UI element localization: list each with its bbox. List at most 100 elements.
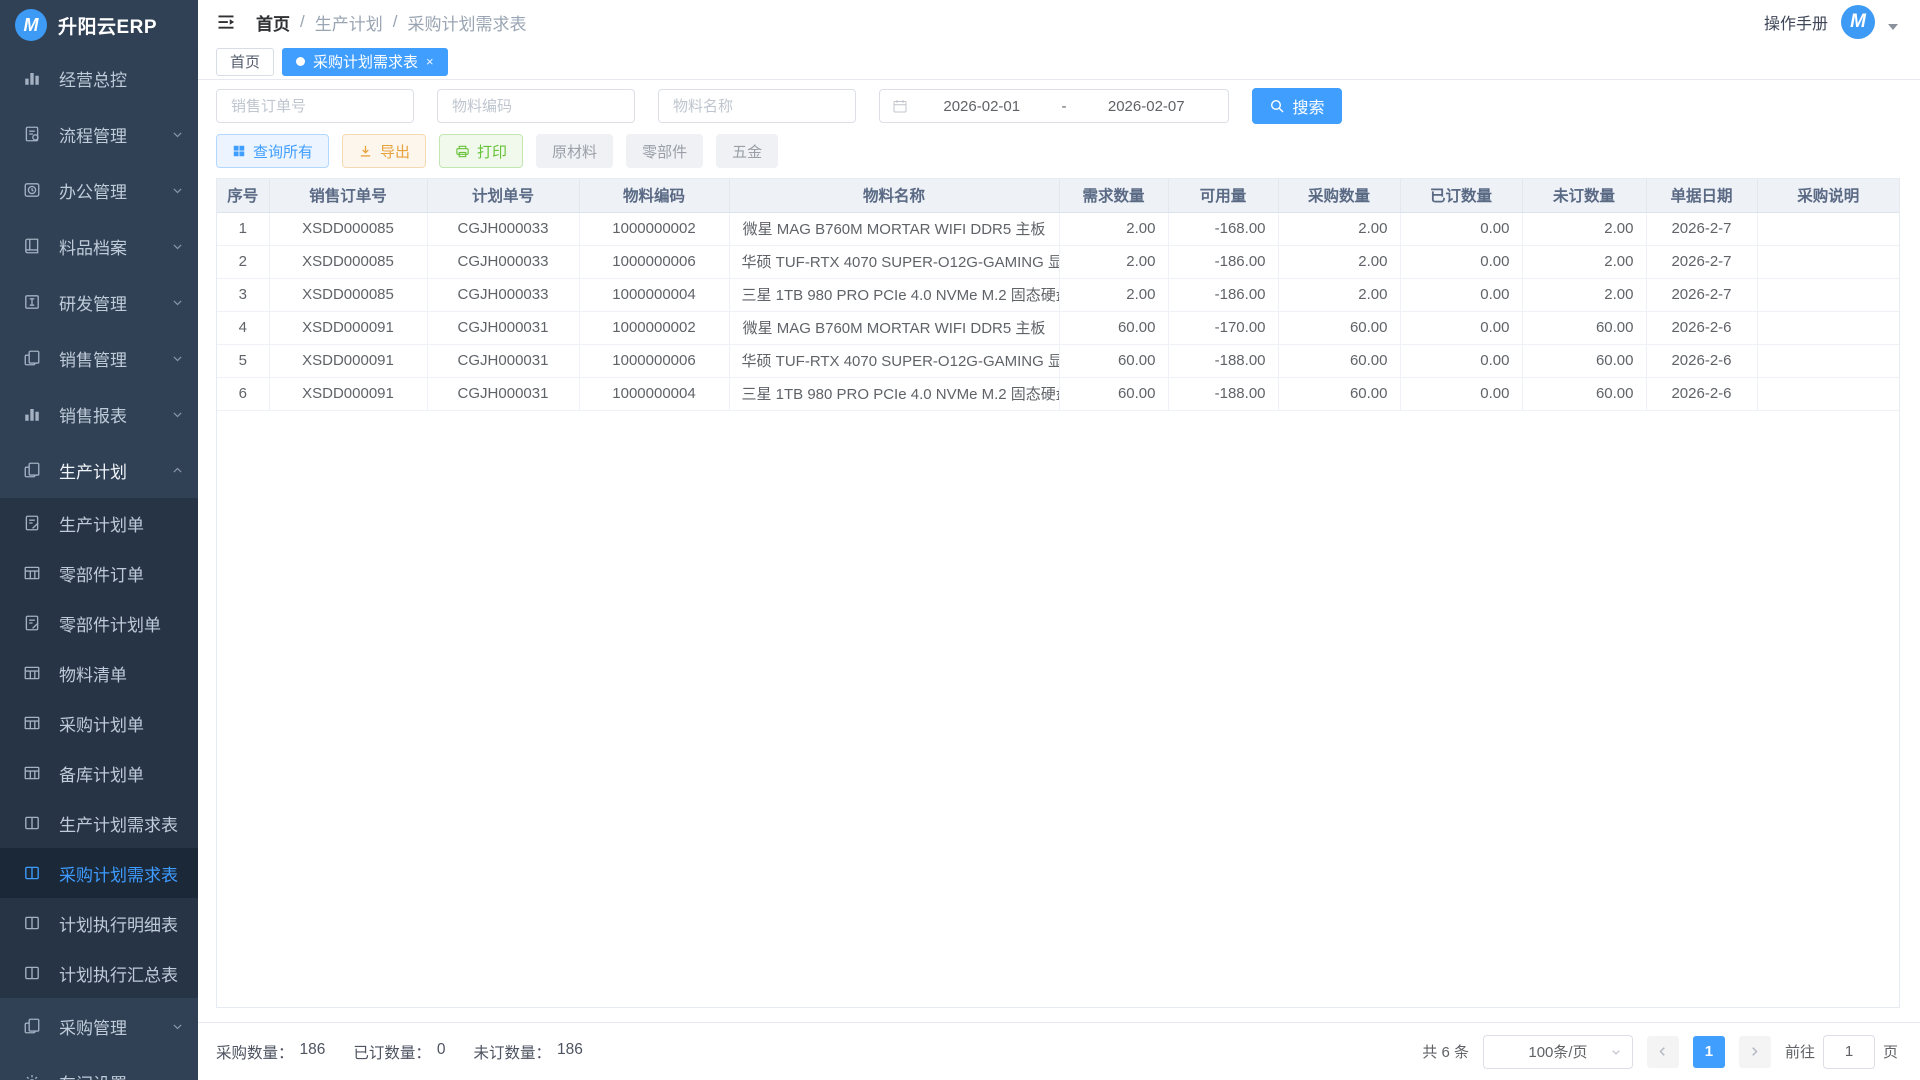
footer-stats: 采购数量：186 已订数量：0 未订数量：186 — [216, 1041, 583, 1063]
column-header-已订数量: 已订数量 — [1400, 179, 1522, 212]
copy-doc-icon — [22, 348, 42, 368]
chevron-down-icon — [171, 1076, 184, 1080]
sidebar-item-车间设置[interactable]: 车间设置 — [0, 1054, 198, 1080]
code-box-icon — [22, 292, 42, 312]
action-row: 查询所有导出打印原材料零部件五金 — [216, 134, 1900, 168]
printer-icon — [455, 144, 470, 159]
table-row[interactable]: 3XSDD000085CGJH0000331000000004三星 1TB 98… — [217, 278, 1899, 311]
office-clock-icon — [22, 180, 42, 200]
download-icon — [358, 144, 373, 159]
content: - 搜索 查询所有导出打印原材料零部件五金 序号销售订单号计划单号物料编码物料名… — [198, 80, 1920, 1022]
查询所有-button[interactable]: 查询所有 — [216, 134, 329, 168]
filter-row: - 搜索 — [216, 88, 1900, 124]
material-code-input[interactable] — [437, 89, 635, 123]
sidebar: M 升阳云ERP 经营总控流程管理办公管理料品档案研发管理销售管理销售报表生产计… — [0, 0, 198, 1080]
sidebar-submenu: 生产计划单零部件订单零部件计划单物料清单采购计划单备库计划单生产计划需求表采购计… — [0, 498, 198, 998]
user-avatar[interactable]: M — [1841, 5, 1875, 39]
material-name-input[interactable] — [658, 89, 856, 123]
stat-已订数量: 已订数量：0 — [353, 1041, 445, 1063]
column-header-序号: 序号 — [217, 179, 269, 212]
sidebar-item-料品档案[interactable]: 料品档案 — [0, 218, 198, 274]
date-end-input[interactable] — [1077, 98, 1217, 115]
table-row[interactable]: 5XSDD000091CGJH0000311000000006华硕 TUF-RT… — [217, 344, 1899, 377]
doc-edit-icon — [22, 613, 42, 633]
chevron-down-icon — [1610, 1046, 1622, 1058]
sidebar-item-备库计划单[interactable]: 备库计划单 — [0, 748, 198, 798]
manual-link[interactable]: 操作手册 — [1764, 10, 1828, 34]
search-button[interactable]: 搜索 — [1252, 88, 1342, 124]
sidebar-item-零部件订单[interactable]: 零部件订单 — [0, 548, 198, 598]
sidebar-item-计划执行汇总表[interactable]: 计划执行汇总表 — [0, 948, 198, 998]
breadcrumb-current: 采购计划需求表 — [407, 10, 526, 35]
sidebar-item-销售管理[interactable]: 销售管理 — [0, 330, 198, 386]
sidebar-collapse-icon[interactable] — [216, 12, 236, 32]
goto-page-input[interactable] — [1823, 1035, 1875, 1069]
sidebar-item-经营总控[interactable]: 经营总控 — [0, 50, 198, 106]
sidebar-item-采购管理[interactable]: 采购管理 — [0, 998, 198, 1054]
breadcrumb-home[interactable]: 首页 — [256, 10, 290, 35]
flow-doc-icon — [22, 124, 42, 144]
column-header-采购说明: 采购说明 — [1757, 179, 1899, 212]
打印-button[interactable]: 打印 — [439, 134, 523, 168]
原材料-button[interactable]: 原材料 — [536, 134, 613, 168]
copy-doc-icon — [22, 1016, 42, 1036]
sidebar-item-采购计划单[interactable]: 采购计划单 — [0, 698, 198, 748]
chevron-up-icon — [171, 464, 184, 477]
table-grid-icon — [22, 713, 42, 733]
chart-bar-icon — [22, 404, 42, 424]
零部件-button[interactable]: 零部件 — [626, 134, 703, 168]
calendar-icon — [892, 98, 908, 114]
grid-icon — [232, 144, 246, 158]
column-header-单据日期: 单据日期 — [1646, 179, 1757, 212]
column-header-物料名称: 物料名称 — [729, 179, 1059, 212]
open-book-icon — [22, 813, 42, 833]
sales-order-input[interactable] — [216, 89, 414, 123]
sidebar-item-流程管理[interactable]: 流程管理 — [0, 106, 198, 162]
sidebar-item-计划执行明细表[interactable]: 计划执行明细表 — [0, 898, 198, 948]
table-row[interactable]: 1XSDD000085CGJH0000331000000002微星 MAG B7… — [217, 212, 1899, 245]
search-icon — [1269, 98, 1285, 114]
stat-采购数量: 采购数量：186 — [216, 1041, 325, 1063]
app-logo: M 升阳云ERP — [0, 0, 198, 50]
sidebar-item-研发管理[interactable]: 研发管理 — [0, 274, 198, 330]
data-table-wrap: 序号销售订单号计划单号物料编码物料名称需求数量可用量采购数量已订数量未订数量单据… — [216, 178, 1900, 1008]
table-row[interactable]: 4XSDD000091CGJH0000311000000002微星 MAG B7… — [217, 311, 1899, 344]
date-range-picker[interactable]: - — [879, 89, 1229, 123]
column-header-可用量: 可用量 — [1168, 179, 1278, 212]
topbar: 首页 / 生产计划 / 采购计划需求表 操作手册 M — [198, 0, 1920, 44]
breadcrumb: 首页 / 生产计划 / 采购计划需求表 — [256, 10, 526, 35]
close-tab-icon[interactable]: × — [426, 55, 434, 68]
current-page-button[interactable]: 1 — [1693, 1036, 1725, 1068]
page-size-select[interactable]: 100条/页 — [1483, 1035, 1633, 1069]
sidebar-item-生产计划[interactable]: 生产计划 — [0, 442, 198, 498]
sidebar-item-销售报表[interactable]: 销售报表 — [0, 386, 198, 442]
sidebar-item-零部件计划单[interactable]: 零部件计划单 — [0, 598, 198, 648]
total-count: 共 6 条 — [1422, 1041, 1469, 1062]
chevron-down-icon — [171, 184, 184, 197]
sidebar-item-物料清单[interactable]: 物料清单 — [0, 648, 198, 698]
table-grid-icon — [22, 663, 42, 683]
sidebar-item-生产计划需求表[interactable]: 生产计划需求表 — [0, 798, 198, 848]
column-header-销售订单号: 销售订单号 — [269, 179, 427, 212]
五金-button[interactable]: 五金 — [716, 134, 778, 168]
user-menu-caret-icon[interactable] — [1888, 24, 1898, 30]
tab-首页[interactable]: 首页 — [216, 48, 274, 76]
table-grid-icon — [22, 563, 42, 583]
date-start-input[interactable] — [912, 98, 1052, 115]
column-header-采购数量: 采购数量 — [1278, 179, 1400, 212]
brand-name: 升阳云ERP — [58, 12, 157, 39]
footer: 采购数量：186已订数量：0未订数量：186 共 6 条 100条/页 1 前往… — [198, 1022, 1920, 1080]
next-page-button[interactable] — [1739, 1036, 1771, 1068]
table-row[interactable]: 2XSDD000085CGJH0000331000000006华硕 TUF-RT… — [217, 245, 1899, 278]
breadcrumb-item[interactable]: 生产计划 — [315, 10, 383, 35]
stat-未订数量: 未订数量：186 — [474, 1041, 583, 1063]
导出-button[interactable]: 导出 — [342, 134, 426, 168]
sidebar-item-采购计划需求表[interactable]: 采购计划需求表 — [0, 848, 198, 898]
prev-page-button[interactable] — [1647, 1036, 1679, 1068]
tabbar: 首页采购计划需求表× — [198, 44, 1920, 80]
sidebar-item-办公管理[interactable]: 办公管理 — [0, 162, 198, 218]
table-row[interactable]: 6XSDD000091CGJH0000311000000004三星 1TB 98… — [217, 377, 1899, 410]
sidebar-item-生产计划单[interactable]: 生产计划单 — [0, 498, 198, 548]
chevron-down-icon — [171, 1020, 184, 1033]
tab-采购计划需求表[interactable]: 采购计划需求表× — [282, 48, 448, 76]
